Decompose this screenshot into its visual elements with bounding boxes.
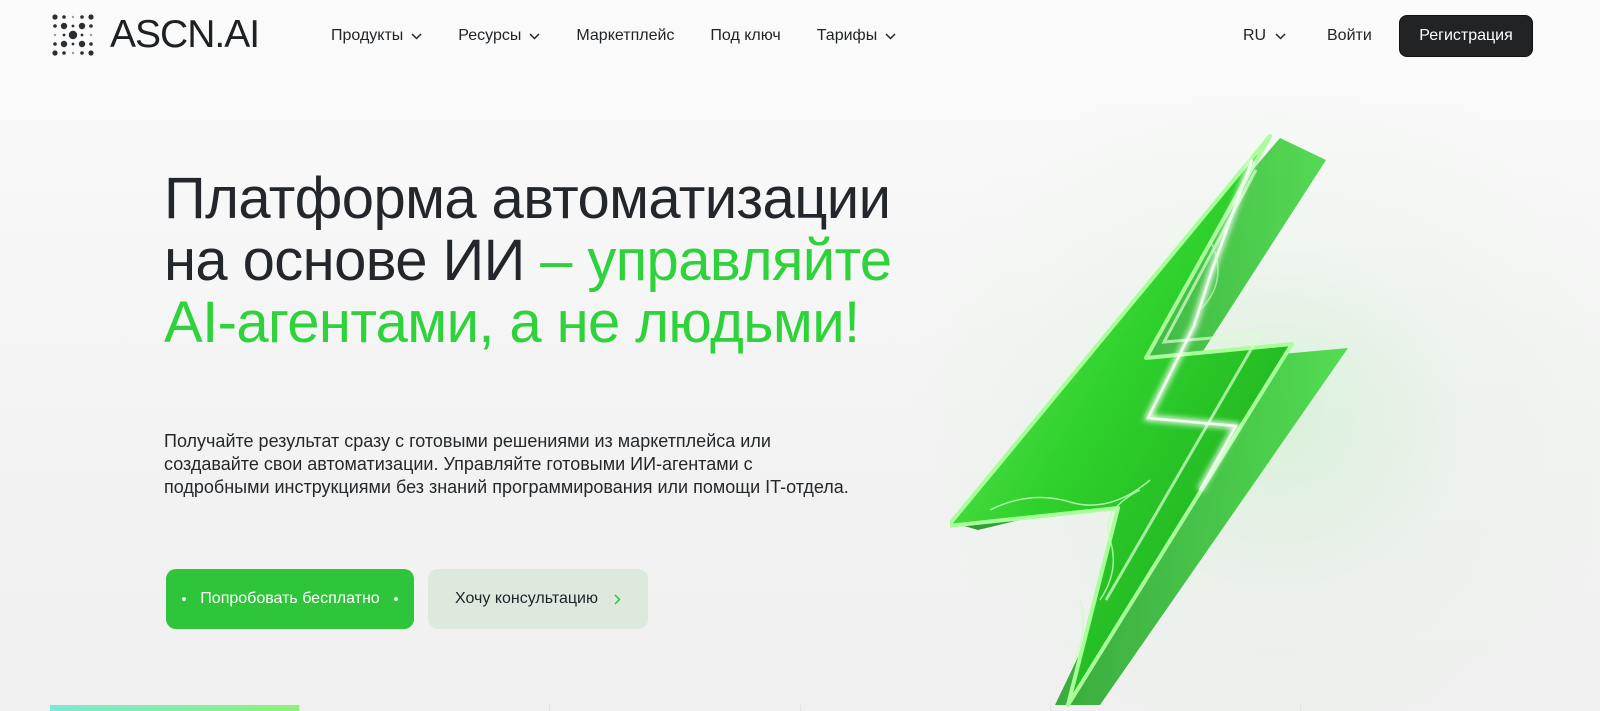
nav-item-marketplace[interactable]: Маркетплейс [576, 27, 674, 45]
lightning-bolt-illustration [950, 134, 1348, 707]
chevron-down-icon [411, 32, 422, 40]
chevron-right-icon [614, 593, 621, 605]
chevron-down-icon [885, 32, 896, 40]
consultation-label: Хочу консультацию [455, 590, 598, 607]
tab-1[interactable] [50, 705, 300, 711]
tab-3[interactable] [549, 705, 799, 711]
logo[interactable]: ASCN.AI [50, 12, 260, 58]
chevron-down-icon [529, 32, 540, 40]
nav-item-label: Тарифы [816, 27, 878, 44]
nav-item-turnkey[interactable]: Под ключ [710, 27, 780, 45]
tab-6[interactable] [1299, 705, 1550, 711]
chevron-down-icon [1275, 32, 1286, 40]
language-label: RU [1243, 27, 1267, 44]
nav-item-pricing[interactable]: Тарифы [817, 27, 896, 45]
hero-title: Платформа автоматизации на основе ИИ – у… [164, 168, 944, 354]
nav-item-label: Под ключ [710, 27, 781, 44]
logo-text: ASCN.AI [110, 13, 260, 56]
nav-item-resources[interactable]: Ресурсы [458, 27, 540, 45]
dot-icon [393, 597, 398, 601]
section-tabs [50, 705, 1550, 711]
nav-item-products[interactable]: Продукты [331, 27, 422, 45]
main-nav: Продукты Ресурсы Маркетплейс Под ключ Та… [331, 22, 932, 50]
login-link[interactable]: Войти [1327, 22, 1372, 50]
logo-icon [52, 14, 94, 56]
tab-2[interactable] [299, 705, 549, 711]
hero-subtitle: Получайте результат сразу с готовыми реш… [164, 431, 849, 497]
nav-item-label: Ресурсы [458, 27, 522, 44]
nav-item-label: Продукты [331, 27, 404, 44]
try-free-button[interactable]: Попробовать бесплатно [166, 569, 414, 629]
nav-item-label: Маркетплейс [576, 27, 675, 44]
register-button[interactable]: Регистрация [1399, 15, 1533, 57]
language-selector[interactable]: RU [1243, 22, 1286, 50]
try-free-label: Попробовать бесплатно [200, 590, 380, 607]
tab-4[interactable] [799, 705, 1050, 711]
dot-icon [182, 597, 187, 601]
consultation-button[interactable]: Хочу консультацию [428, 569, 648, 629]
tab-5[interactable] [1049, 705, 1300, 711]
